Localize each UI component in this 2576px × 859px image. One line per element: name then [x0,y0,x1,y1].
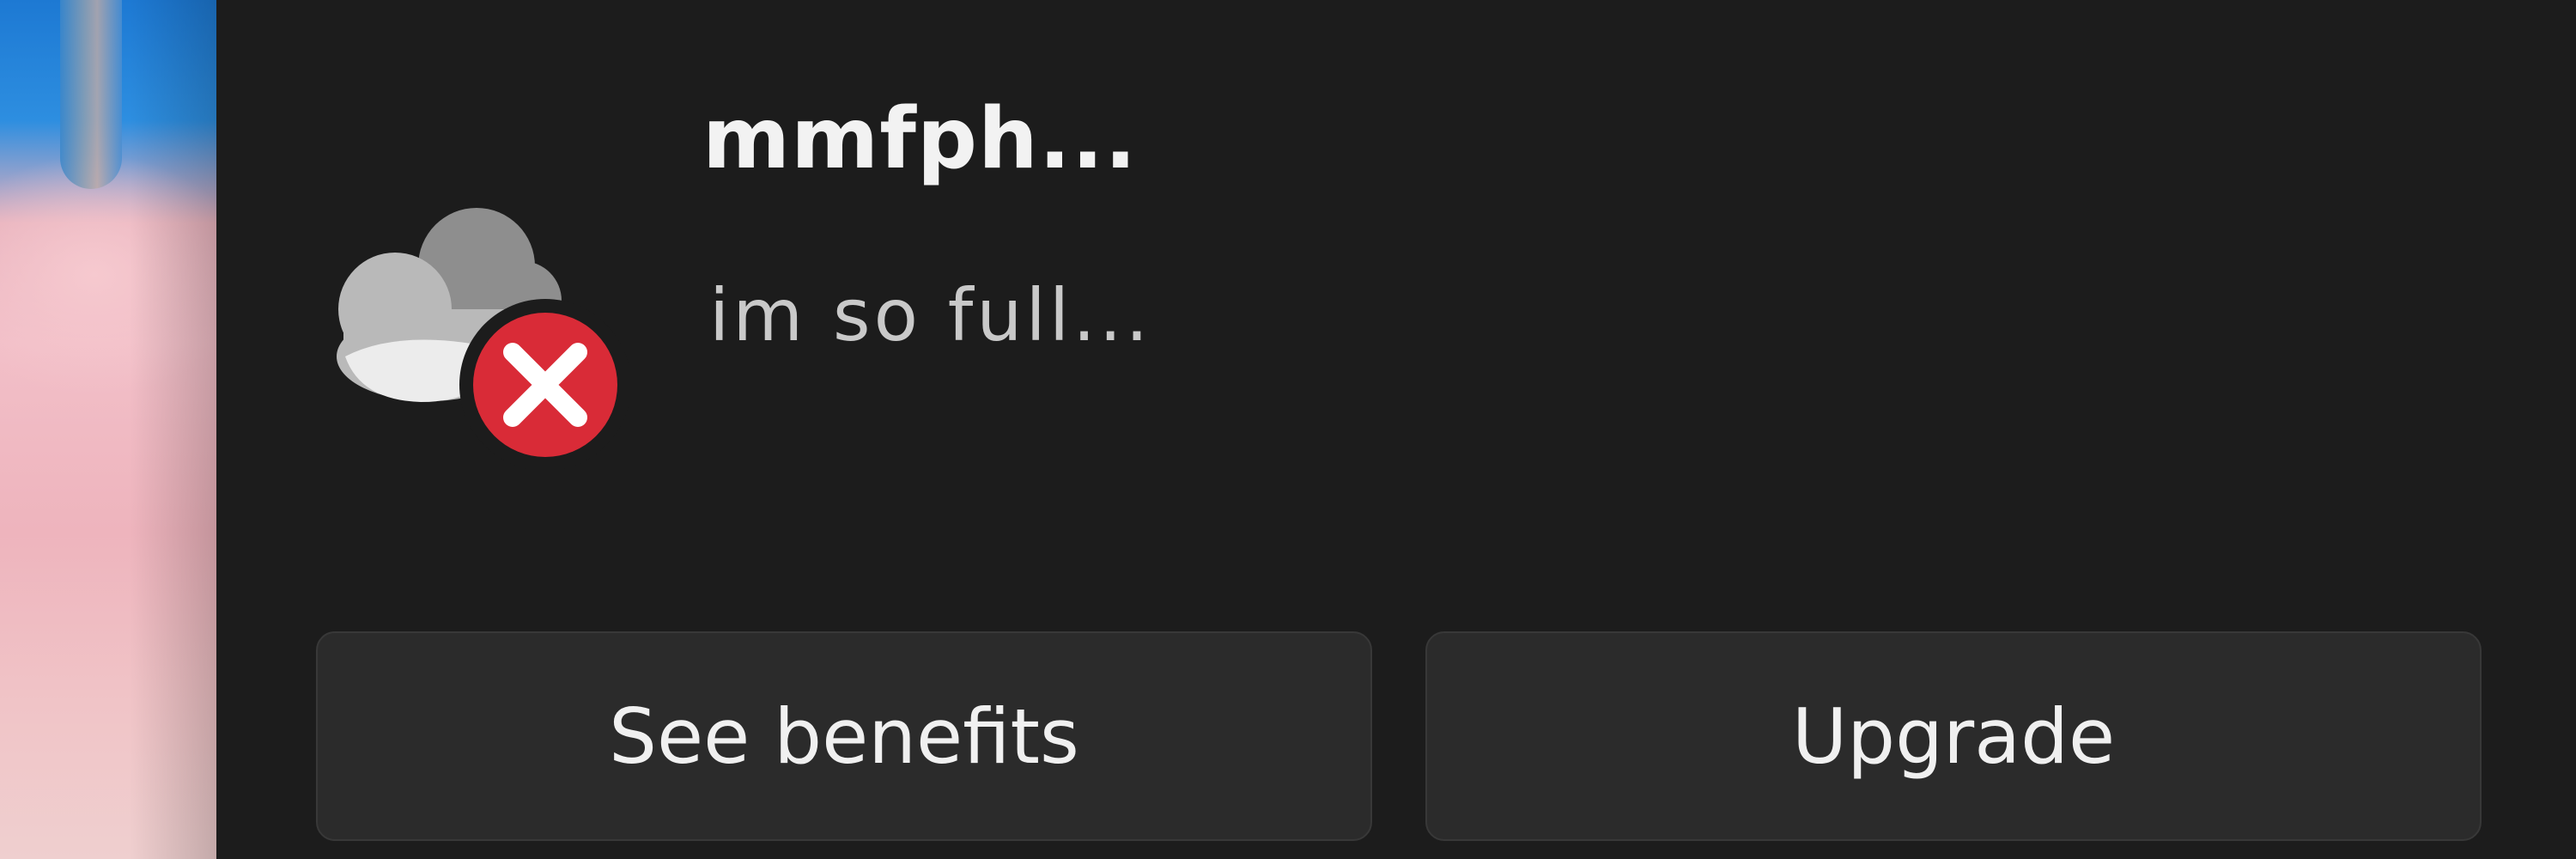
notification-title: mmfph... [702,90,1138,188]
desktop-wallpaper [0,0,216,859]
upgrade-button[interactable]: Upgrade [1425,631,2482,841]
wallpaper-shade [0,0,216,859]
onedrive-cloud-icon [326,206,635,481]
screen: mmfph... im so full... See benefits Upgr… [0,0,2576,859]
notification-message: im so full... [709,273,1152,357]
see-benefits-button[interactable]: See benefits [316,631,1372,841]
onedrive-error-icon [337,208,631,471]
